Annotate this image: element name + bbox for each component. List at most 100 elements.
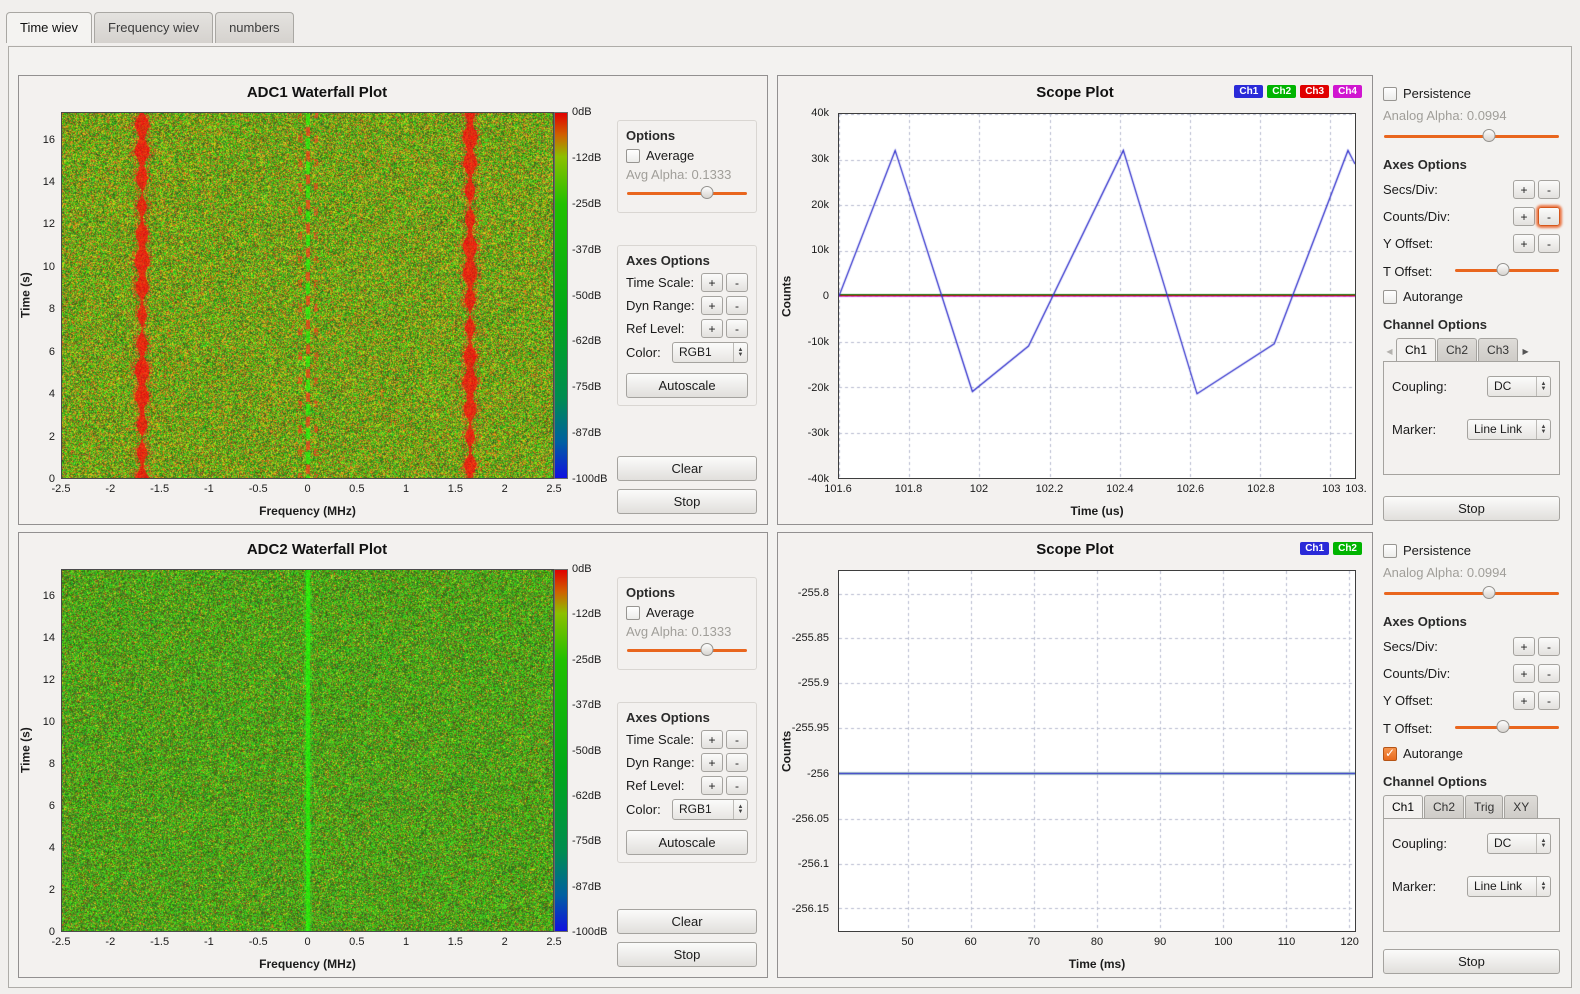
ref-level-row: Ref Level: + - xyxy=(626,776,748,795)
spinner-arrows-icon[interactable]: ▲▼ xyxy=(1536,420,1550,439)
y-offset-minus-button[interactable]: - xyxy=(1538,691,1560,710)
secs-div-minus-button[interactable]: - xyxy=(1538,180,1560,199)
ref-level-minus-button[interactable]: - xyxy=(726,319,748,338)
ref-level-plus-button[interactable]: + xyxy=(701,776,723,795)
spinner-arrows-icon[interactable]: ▲▼ xyxy=(1536,834,1550,853)
channel-tab-ch2[interactable]: Ch2 xyxy=(1424,795,1464,819)
t-offset-slider[interactable] xyxy=(1455,720,1559,735)
dyn-range-minus-button[interactable]: - xyxy=(726,296,748,315)
y-offset-row: Y Offset: + - xyxy=(1383,234,1560,253)
secs-div-plus-button[interactable]: + xyxy=(1513,637,1535,656)
avg-alpha-slider[interactable] xyxy=(627,186,747,201)
tab-numbers[interactable]: numbers xyxy=(215,12,294,43)
counts-div-plus-button[interactable]: + xyxy=(1513,664,1535,683)
legend-chip-ch4[interactable]: Ch4 xyxy=(1333,85,1362,98)
legend-chip-ch1[interactable]: Ch1 xyxy=(1234,85,1263,98)
t-offset-slider[interactable] xyxy=(1455,263,1559,278)
persistence-checkbox[interactable]: Persistence xyxy=(1383,86,1560,101)
y-tick-label: -256.1 xyxy=(798,858,829,870)
autorange-checkbox[interactable]: Autorange xyxy=(1383,289,1560,304)
y-tick-label: 2 xyxy=(49,431,55,443)
stop-button[interactable]: Stop xyxy=(1383,949,1560,974)
tab-time-view[interactable]: Time wiev xyxy=(6,12,92,43)
legend-chip-ch1[interactable]: Ch1 xyxy=(1300,542,1329,555)
x-tick-label: 0 xyxy=(304,483,310,495)
color-label: Color: xyxy=(626,345,661,360)
secs-div-minus-button[interactable]: - xyxy=(1538,637,1560,656)
tab-scroll-right-icon[interactable]: ▶ xyxy=(1519,347,1532,362)
marker-label: Marker: xyxy=(1392,422,1436,437)
channel-tab-trig[interactable]: Trig xyxy=(1465,795,1503,819)
time-scale-minus-button[interactable]: - xyxy=(726,273,748,292)
time-scale-plus-button[interactable]: + xyxy=(701,730,723,749)
slider-handle[interactable] xyxy=(1496,263,1509,276)
counts-div-minus-button[interactable]: - xyxy=(1538,664,1560,683)
adc1-y-ticks: 1614121086420 xyxy=(31,112,58,479)
legend-chip-ch3[interactable]: Ch3 xyxy=(1300,85,1329,98)
slider-handle[interactable] xyxy=(1483,586,1496,599)
ref-level-plus-button[interactable]: + xyxy=(701,319,723,338)
ref-level-minus-button[interactable]: - xyxy=(726,776,748,795)
stop-button[interactable]: Stop xyxy=(617,942,757,967)
spinner-arrows-icon[interactable]: ▲▼ xyxy=(1536,877,1550,896)
spinner-arrows-icon[interactable]: ▲▼ xyxy=(733,343,747,362)
tab-scroll-left-icon[interactable]: ◀ xyxy=(1383,347,1396,362)
analog-alpha-slider[interactable] xyxy=(1384,129,1559,144)
marker-label: Marker: xyxy=(1392,879,1436,894)
legend-chip-ch2[interactable]: Ch2 xyxy=(1267,85,1296,98)
scope1-canvas[interactable] xyxy=(839,114,1355,478)
y-offset-minus-button[interactable]: - xyxy=(1538,234,1560,253)
clear-button[interactable]: Clear xyxy=(617,456,757,481)
color-value: RGB1 xyxy=(673,343,733,362)
y-offset-plus-button[interactable]: + xyxy=(1513,691,1535,710)
marker-row: Marker: Line Link ▲▼ xyxy=(1392,419,1551,440)
coupling-select[interactable]: DC ▲▼ xyxy=(1487,376,1551,397)
spinner-arrows-icon[interactable]: ▲▼ xyxy=(1536,377,1550,396)
dyn-range-minus-button[interactable]: - xyxy=(726,753,748,772)
slider-handle[interactable] xyxy=(1496,720,1509,733)
slider-handle[interactable] xyxy=(701,643,714,656)
scope2-canvas[interactable] xyxy=(839,571,1355,931)
average-checkbox[interactable]: Average xyxy=(626,605,748,620)
adc2-plot-section: ADC2 Waterfall Plot Time (s) 16141210864… xyxy=(19,533,615,977)
analog-alpha-slider[interactable] xyxy=(1384,586,1559,601)
stop-button[interactable]: Stop xyxy=(1383,496,1560,521)
analog-alpha-label: Analog Alpha: 0.0994 xyxy=(1383,108,1560,123)
marker-select[interactable]: Line Link ▲▼ xyxy=(1467,419,1551,440)
slider-handle[interactable] xyxy=(701,186,714,199)
channel-tab-ch1[interactable]: Ch1 xyxy=(1383,795,1423,819)
secs-div-plus-button[interactable]: + xyxy=(1513,180,1535,199)
spinner-arrows-icon[interactable]: ▲▼ xyxy=(733,800,747,819)
autorange-checkbox[interactable]: Autorange xyxy=(1383,746,1560,761)
avg-alpha-slider[interactable] xyxy=(627,643,747,658)
slider-handle[interactable] xyxy=(1483,129,1496,142)
counts-div-plus-button[interactable]: + xyxy=(1513,207,1535,226)
time-scale-minus-button[interactable]: - xyxy=(726,730,748,749)
adc1-waterfall-canvas[interactable] xyxy=(62,113,553,478)
channel-tab-ch2[interactable]: Ch2 xyxy=(1437,338,1477,362)
autoscale-button[interactable]: Autoscale xyxy=(626,830,748,855)
color-select[interactable]: RGB1 ▲▼ xyxy=(672,799,748,820)
y-offset-plus-button[interactable]: + xyxy=(1513,234,1535,253)
x-tick-label: 50 xyxy=(901,936,913,948)
channel-tab-ch1[interactable]: Ch1 xyxy=(1396,338,1436,362)
legend-chip-ch2[interactable]: Ch2 xyxy=(1333,542,1362,555)
counts-div-minus-button[interactable]: - xyxy=(1538,207,1560,226)
channel-tab-ch3[interactable]: Ch3 xyxy=(1478,338,1518,362)
stop-button[interactable]: Stop xyxy=(617,489,757,514)
color-select[interactable]: RGB1 ▲▼ xyxy=(672,342,748,363)
marker-select[interactable]: Line Link ▲▼ xyxy=(1467,876,1551,897)
average-checkbox[interactable]: Average xyxy=(626,148,748,163)
channel-tab-xy[interactable]: XY xyxy=(1504,795,1538,819)
dyn-range-plus-button[interactable]: + xyxy=(701,296,723,315)
time-scale-plus-button[interactable]: + xyxy=(701,273,723,292)
tab-frequency-view[interactable]: Frequency wiev xyxy=(94,12,213,43)
adc2-waterfall-canvas[interactable] xyxy=(62,570,553,931)
y-tick-label: 30k xyxy=(811,153,829,165)
persistence-checkbox[interactable]: Persistence xyxy=(1383,543,1560,558)
clear-button[interactable]: Clear xyxy=(617,909,757,934)
coupling-select[interactable]: DC ▲▼ xyxy=(1487,833,1551,854)
autoscale-button[interactable]: Autoscale xyxy=(626,373,748,398)
dyn-range-plus-button[interactable]: + xyxy=(701,753,723,772)
y-tick-label: 12 xyxy=(43,218,55,230)
